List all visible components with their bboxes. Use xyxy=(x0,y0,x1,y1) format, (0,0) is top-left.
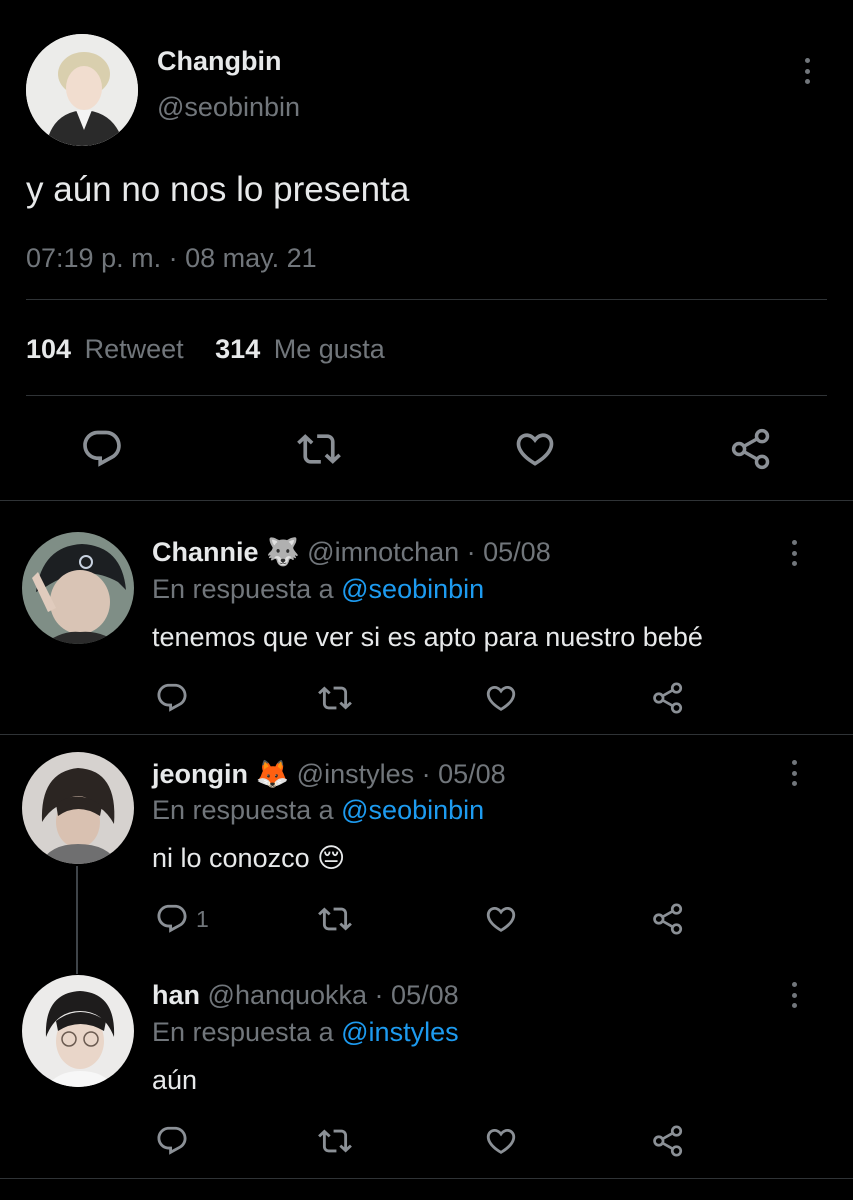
reply-icon[interactable] xyxy=(155,1124,189,1158)
like-icon[interactable] xyxy=(513,427,557,471)
share-icon[interactable] xyxy=(651,681,685,715)
wolf-emoji-icon: 🐺 xyxy=(266,537,300,567)
reply-prefix: En respuesta a xyxy=(152,574,334,604)
reply-display-name[interactable]: Channie xyxy=(152,537,259,567)
avatar[interactable] xyxy=(22,752,134,864)
retweet-label[interactable]: Retweet xyxy=(85,334,184,364)
retweet-icon[interactable] xyxy=(318,1124,352,1158)
divider xyxy=(26,395,827,396)
divider xyxy=(0,1178,853,1179)
more-options-icon[interactable] xyxy=(790,760,798,786)
reply-context: En respuesta a @instyles xyxy=(152,1017,459,1048)
reply-text: aún xyxy=(152,1065,198,1095)
reply-header: jeongin 🦊 @instyles · 05/08 xyxy=(152,758,506,790)
reply-handle-date[interactable]: @hanquokka · 05/08 xyxy=(208,980,459,1010)
like-icon[interactable] xyxy=(484,681,518,715)
reply-icon[interactable] xyxy=(80,427,124,471)
reply-to-link[interactable]: @seobinbin xyxy=(341,574,484,604)
divider xyxy=(26,299,827,300)
like-count[interactable]: 314 xyxy=(215,334,260,364)
reply-prefix: En respuesta a xyxy=(152,1017,334,1047)
avatar-portrait xyxy=(26,34,138,146)
like-icon[interactable] xyxy=(484,902,518,936)
reply-handle-date[interactable]: @imnotchan · 05/08 xyxy=(307,537,551,567)
reply-header: han @hanquokka · 05/08 xyxy=(152,980,459,1011)
retweet-count[interactable]: 104 xyxy=(26,334,71,364)
reply-display-name[interactable]: jeongin xyxy=(152,759,248,789)
share-icon[interactable] xyxy=(651,1124,685,1158)
retweet-icon[interactable] xyxy=(318,681,352,715)
reply-text: tenemos que ver si es apto para nuestro … xyxy=(152,622,703,652)
avatar[interactable] xyxy=(26,34,138,146)
retweet-icon[interactable] xyxy=(297,427,341,471)
more-options-icon[interactable] xyxy=(790,540,798,566)
tweet-stats: 104 Retweet 314 Me gusta xyxy=(26,334,385,365)
more-options-icon[interactable] xyxy=(790,982,798,1008)
fox-emoji-icon: 🦊 xyxy=(255,759,290,789)
reply-prefix: En respuesta a xyxy=(152,795,334,825)
avatar-portrait xyxy=(22,752,134,864)
avatar-portrait xyxy=(22,975,134,1087)
share-icon[interactable] xyxy=(729,427,773,471)
reply-handle-date[interactable]: @instyles · 05/08 xyxy=(297,759,506,789)
like-icon[interactable] xyxy=(484,1124,518,1158)
reply-context: En respuesta a @seobinbin xyxy=(152,795,484,826)
thread-connector-line xyxy=(76,866,78,974)
reply-text: ni lo conozco 😔 xyxy=(152,843,346,873)
divider xyxy=(0,734,853,735)
avatar[interactable] xyxy=(22,532,134,644)
like-label[interactable]: Me gusta xyxy=(274,334,385,364)
reply-icon[interactable] xyxy=(155,681,189,715)
tweet-timestamp[interactable]: 07:19 p. m. · 08 may. 21 xyxy=(26,243,317,274)
reply-to-link[interactable]: @instyles xyxy=(341,1017,458,1047)
reply-context: En respuesta a @seobinbin xyxy=(152,574,484,605)
more-options-icon[interactable] xyxy=(803,58,811,84)
tweet-text: y aún no nos lo presenta xyxy=(26,170,410,209)
author-handle[interactable]: @seobinbin xyxy=(157,92,300,123)
retweet-icon[interactable] xyxy=(318,902,352,936)
author-display-name[interactable]: Changbin xyxy=(157,46,281,77)
reply-count: 1 xyxy=(196,906,209,932)
avatar-portrait xyxy=(22,532,134,644)
divider xyxy=(0,500,853,501)
reply-icon[interactable] xyxy=(155,902,189,936)
reply-display-name[interactable]: han xyxy=(152,980,200,1010)
reply-to-link[interactable]: @seobinbin xyxy=(341,795,484,825)
reply-header: Channie 🐺 @imnotchan · 05/08 xyxy=(152,536,551,568)
share-icon[interactable] xyxy=(651,902,685,936)
avatar[interactable] xyxy=(22,975,134,1087)
